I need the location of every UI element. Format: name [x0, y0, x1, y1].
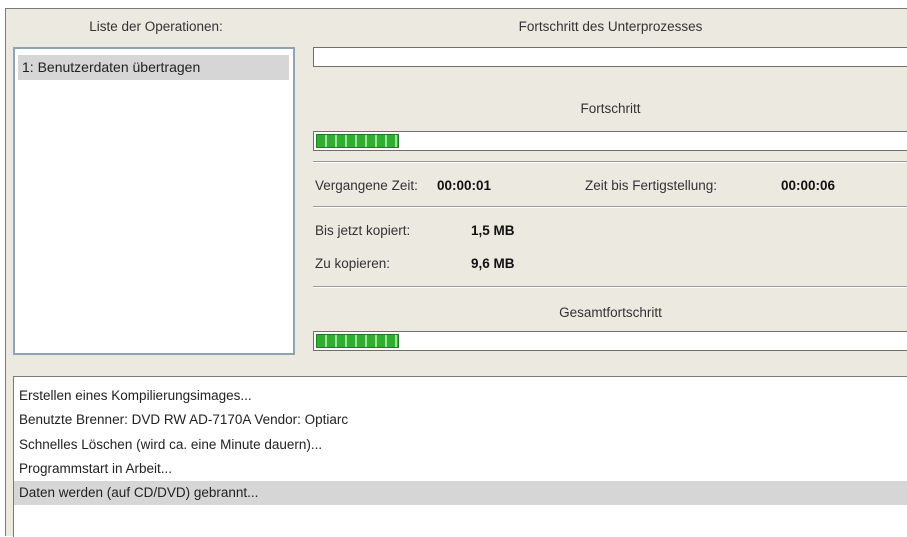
total-progress-bar-fill [316, 334, 399, 348]
divider [313, 286, 907, 288]
subprocess-progress-header: Fortschritt des Unterprozesses [518, 19, 703, 34]
elapsed-time-value: 00:00:01 [437, 178, 492, 193]
divider [313, 206, 907, 208]
divider [313, 161, 907, 163]
progress-bar-fill [316, 134, 399, 148]
copied-label: Bis jetzt kopiert: [315, 223, 411, 238]
list-item[interactable]: 1: Benutzerdaten übertragen [18, 55, 289, 80]
log-line[interactable]: Erstellen eines Kompilierungsimages... [14, 384, 907, 408]
elapsed-time-label: Vergangene Zeit: [315, 178, 418, 193]
log-line[interactable]: Daten werden (auf CD/DVD) gebrannt... [14, 481, 907, 505]
log-line[interactable]: Schnelles Löschen (wird ca. eine Minute … [14, 433, 907, 457]
to-copy-value: 9,6 MB [471, 256, 515, 271]
remaining-time-value: 00:00:06 [781, 178, 836, 193]
progress-bar [313, 131, 907, 151]
log-line[interactable]: Programmstart in Arbeit... [14, 457, 907, 481]
total-progress-bar [313, 331, 907, 351]
remaining-time-label: Zeit bis Fertigstellung: [585, 178, 718, 193]
subprocess-progress-bar [313, 47, 907, 67]
progress-pane: Fortschritt Vergangene Zeit: 00:00:01 Ze… [313, 47, 907, 365]
progress-label: Fortschritt [580, 101, 641, 116]
copied-value: 1,5 MB [471, 223, 515, 238]
log-list[interactable]: Erstellen eines Kompilierungsimages... B… [13, 376, 907, 537]
to-copy-label: Zu kopieren: [315, 256, 391, 271]
burn-progress-panel: Liste der Operationen: Fortschritt des U… [5, 8, 907, 537]
operations-list[interactable]: 1: Benutzerdaten übertragen [13, 47, 295, 355]
log-line[interactable]: Benutzte Brenner: DVD RW AD-7170A Vendor… [14, 408, 907, 432]
operations-list-header: Liste der Operationen: [89, 19, 223, 34]
total-progress-label: Gesamtfortschritt [559, 305, 662, 320]
